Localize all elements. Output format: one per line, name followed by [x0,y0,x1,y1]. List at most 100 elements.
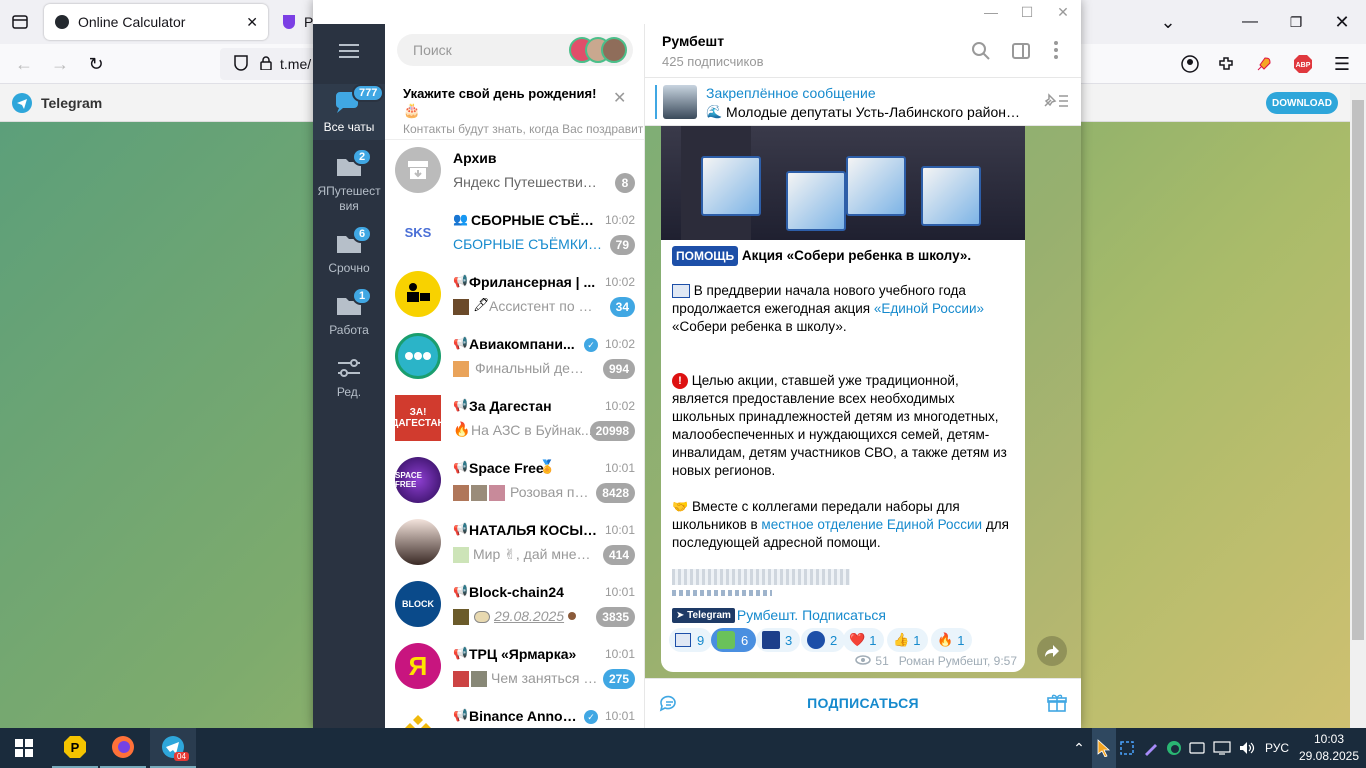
story-avatar[interactable] [601,37,627,63]
url-bar[interactable]: t.me/ [220,48,320,80]
tray-screenshot-icon[interactable] [1116,728,1138,768]
page-scrollbar-thumb[interactable] [1352,100,1364,640]
tray-edge-icon[interactable] [1163,728,1185,768]
show-hidden-icons-chevron[interactable]: ⌃ [1068,728,1090,768]
channel-footer: ПОДПИСАТЬСЯ [645,678,1081,728]
network-icon[interactable] [1210,728,1234,768]
clock[interactable]: 10:03 29.08.2025 [1296,731,1362,765]
share-arrow-icon [1045,645,1059,657]
chat-name: За Дагестан [469,398,552,414]
main-menu-icon[interactable] [339,44,359,63]
pinned-message-bar[interactable]: Закреплённое сообщение 🌊 Молодые депутат… [645,78,1081,126]
channel-post[interactable]: ПОМОЩЬ Акция «Собери ребенка в школу». В… [661,126,1025,672]
forward-button[interactable] [1037,636,1067,666]
download-button[interactable]: DOWNLOAD [1266,92,1338,114]
browser-tab-second[interactable]: Pa [272,4,321,40]
united-russia-link[interactable]: «Единой России» [874,301,984,316]
chevron-down-icon[interactable]: ⌄ [1156,10,1180,34]
subscribe-button[interactable]: ПОДПИСАТЬСЯ [645,695,1081,711]
taskbar-telegram[interactable]: 04 [150,728,196,768]
telegram-taskbar-badge: 04 [174,752,189,761]
sliders-icon [334,357,364,381]
reaction-fire[interactable]: 🔥 1 [931,628,973,652]
pin-list-icon[interactable] [1041,92,1069,115]
tray-keyboard-icon[interactable] [1186,728,1208,768]
chat-item-za-dagestan[interactable]: ЗА!ДАГЕСТАН 📢 За Дагестан 10:02 🔥 На АЗС… [385,388,644,450]
local-branch-link[interactable]: местное отделение Единой России [761,517,982,532]
tray-cursor-app-icon[interactable] [1092,728,1116,768]
taskbar-app-p[interactable]: P [52,728,98,768]
tg-maximize-icon[interactable]: ☐ [1009,0,1045,24]
close-window-icon[interactable]: ✕ [1330,10,1354,34]
chats-icon: 777 [334,84,385,116]
tray-pen-icon[interactable] [1140,728,1162,768]
yarmarka-avatar: Я [395,643,441,689]
chat-item-yarmarka[interactable]: Я 📢 ТРЦ «Ярмарка» 10:01 Чем заняться в .… [385,636,644,698]
clock-time: 10:03 [1313,732,1345,746]
adblock-plus-icon[interactable]: ABP [1291,52,1315,76]
folder-srochno[interactable]: 6 Срочно [313,225,385,275]
handshake-icon: 🤝 [672,499,689,514]
wave-icon: 🌊 [706,104,723,119]
rocket-extension-icon[interactable] [1252,52,1276,76]
message-area[interactable]: ПОМОЩЬ Акция «Собери ребенка в школу». В… [645,126,1081,678]
chat-item-space-free[interactable]: SPACE FREE 📢 Space Free 🏅 10:01 Розовая … [385,450,644,512]
reaction-count: 1 [957,632,965,648]
tg-minimize-icon[interactable]: — [973,0,1009,24]
chat-item-avia[interactable]: 📢 Авиакомпани... ✓ 10:02 Финальный день … [385,326,644,388]
forward-arrow-icon[interactable]: → [48,52,72,76]
search-icon[interactable] [971,41,991,66]
close-suggestion-icon[interactable]: ✕ [613,88,626,108]
stories-avatars[interactable] [569,37,627,63]
spoiler-block[interactable] [672,569,850,585]
sidebar-toggle-icon[interactable] [1011,41,1031,66]
chat-item-archive[interactable]: Архив Яндекс Путешествия, ... 8 [385,140,644,202]
taskbar-firefox[interactable] [100,728,146,768]
tg-close-icon[interactable]: ✕ [1045,0,1081,24]
channel-header[interactable]: Румбешт 425 подписчиков [645,24,1081,78]
restore-icon[interactable]: ❐ [1284,10,1308,34]
close-tab-icon[interactable]: ✕ [246,14,258,31]
minimize-icon[interactable]: — [1238,10,1262,34]
firefox-icon [112,736,134,758]
subscribe-line: ➤ Telegram Румбешт. Подписаться [672,607,886,623]
reaction-thumbs-up[interactable]: 👍 1 [887,628,929,652]
unread-badge: 3835 [596,607,635,627]
folder-edit[interactable]: Ред. [313,357,385,399]
birthday-suggestion[interactable]: Укажите свой день рождения! 🎂 Контакты б… [385,80,644,140]
chat-item-block-chain[interactable]: BLOCK 📢 Block-chain24 10:01 29.08.2025 3… [385,574,644,636]
tracking-shield-icon[interactable] [234,54,248,74]
start-button[interactable] [0,728,48,768]
reaction-count: 1 [913,632,921,648]
unread-badge: 994 [602,359,635,379]
chat-item-natalya[interactable]: 📢 НАТАЛЬЯ КОСЫРЕ... 10:01 Мир ✌, дай мне… [385,512,644,574]
chat-item-sbornye[interactable]: SKS СБОРНЫЕ СЪЁМК... 👥 10:02 СБОРНЫЕ СЪЁ… [385,202,644,264]
gift-icon[interactable] [1047,693,1067,718]
extensions-icon[interactable] [1214,52,1238,76]
reaction-er2[interactable]: 2 [801,628,846,652]
folder-rabota[interactable]: 1 Работа [313,287,385,337]
chat-item-freelance[interactable]: 📢 Фрилансерная | ... 10:02 Ассистент по … [385,264,644,326]
account-icon[interactable] [1178,52,1202,76]
reaction-med[interactable]: 3 [756,628,801,652]
language-indicator[interactable]: РУС [1262,728,1292,768]
reaction-pin[interactable]: 6 [711,628,757,652]
reaction-heart[interactable]: ❤️ 1 [843,628,885,652]
folder-ya-puteshestviya[interactable]: 2 ЯПутешествия [313,148,385,214]
browser-tab-online-calculator[interactable]: Online Calculator ✕ [44,4,268,40]
list-all-tabs-icon[interactable] [8,10,32,34]
chat-preview: Мир ✌, дай мне г... [473,546,593,562]
search-input[interactable]: Поиск [397,34,633,66]
hamburger-menu-icon[interactable]: ☰ [1330,52,1354,76]
post-photo[interactable] [661,126,1025,240]
more-options-icon[interactable] [1053,40,1059,65]
volume-icon[interactable] [1236,728,1258,768]
reload-icon[interactable]: ↻ [84,52,108,76]
folder-all-chats[interactable]: 777 Все чаты [313,84,385,140]
reaction-er[interactable]: 9 [669,628,713,652]
maps-emoji-icon [717,631,735,649]
channel-subscribe-link[interactable]: Румбешт. Подписаться [737,607,886,623]
chat-item-binance[interactable]: 📢 Binance Annou... ✓ 10:01 [385,698,644,728]
folder-badge: 1 [352,287,373,305]
back-arrow-icon[interactable]: ← [12,52,36,76]
